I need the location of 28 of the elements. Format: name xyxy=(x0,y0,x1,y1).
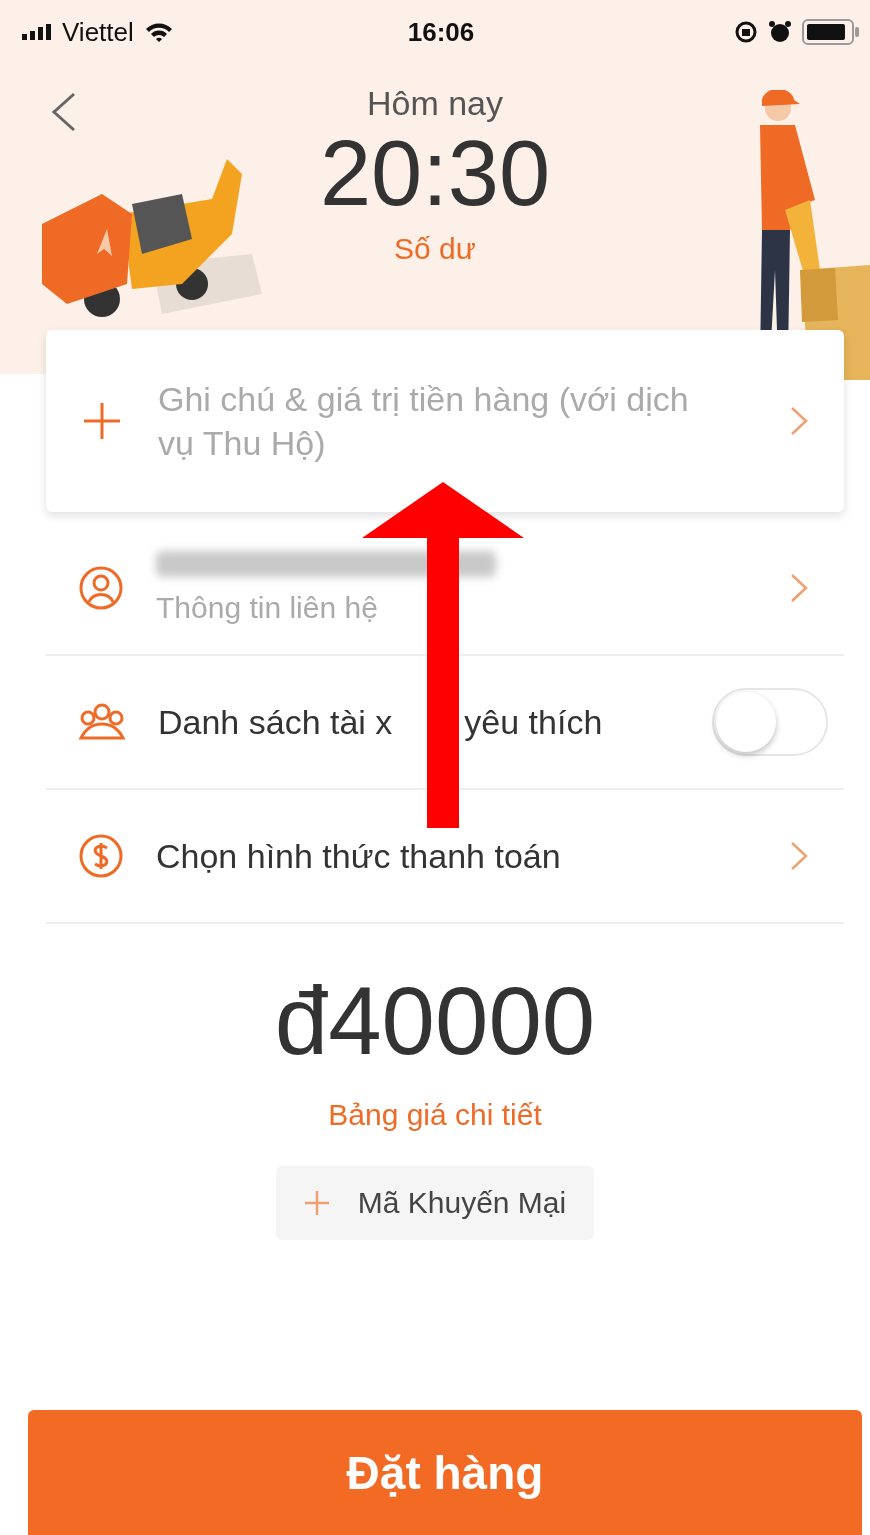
signal-icon xyxy=(22,24,52,40)
row-label: Chọn hình thức thanh toán xyxy=(156,836,562,876)
group-icon xyxy=(78,702,126,742)
rotation-lock-icon xyxy=(734,20,758,44)
note-card[interactable]: Ghi chú & giá trị tiền hàng (với dịch vụ Thu Hộ) xyxy=(46,330,844,512)
row-label: Danh sách tài x xyxy=(158,702,393,742)
clock-time: 16:06 xyxy=(407,16,475,48)
order-button[interactable]: Đặt hàng xyxy=(28,1410,862,1535)
note-placeholder: Ghi chú & giá trị tiền hàng (với dịch vụ Thu Hộ) xyxy=(158,378,690,464)
carrier-name: Viettel xyxy=(62,16,134,48)
row-label: Thông tin liên hệ xyxy=(156,591,379,625)
row-label: yêu thích xyxy=(464,702,603,742)
chevron-icon xyxy=(790,406,808,436)
header-title: Hôm nay xyxy=(366,84,503,123)
battery-icon xyxy=(802,19,860,45)
price-table-link[interactable]: Bảng giá chi tiết xyxy=(328,1098,542,1132)
plus-icon xyxy=(303,1190,330,1216)
price-amount: đ40000 xyxy=(274,966,596,1076)
alarm-icon xyxy=(768,20,792,44)
balance-link[interactable]: Số dư xyxy=(394,232,476,267)
plus-icon xyxy=(82,401,122,441)
chevron-icon xyxy=(790,573,808,603)
toggle-switch[interactable] xyxy=(712,688,828,756)
chevron-icon xyxy=(790,841,808,871)
person-icon xyxy=(78,565,124,611)
pickup-time[interactable]: 20:30 xyxy=(319,123,551,225)
promo-code-button[interactable]: Mã Khuyến Mại xyxy=(275,1166,595,1240)
dollar-icon xyxy=(78,833,124,879)
